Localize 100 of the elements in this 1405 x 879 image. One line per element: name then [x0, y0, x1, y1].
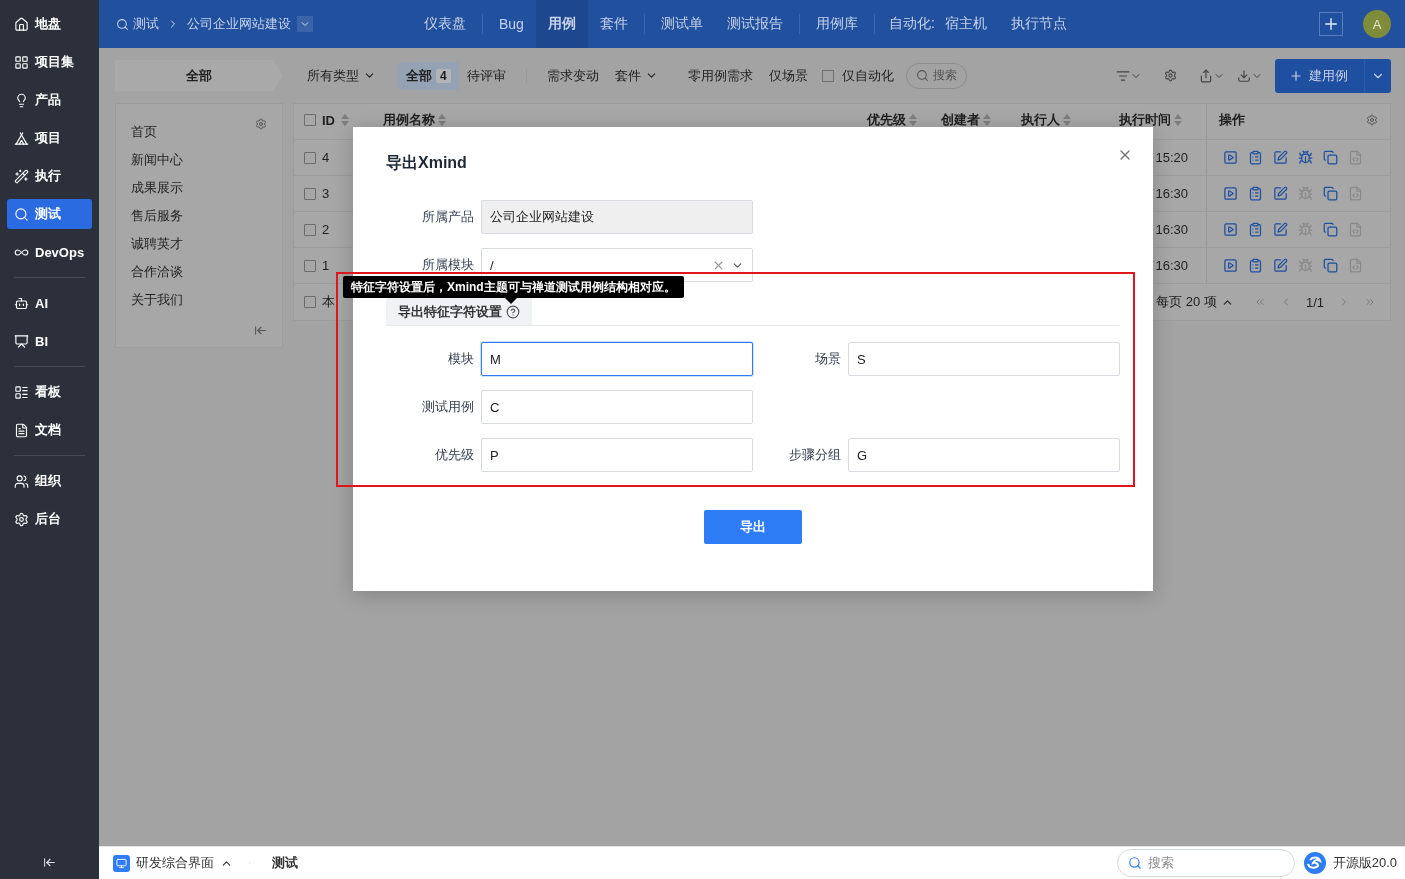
- input-field[interactable]: S: [848, 342, 1120, 376]
- input-field[interactable]: G: [848, 438, 1120, 472]
- filter-tab[interactable]: 零用例需求: [679, 61, 761, 90]
- code-file-icon[interactable]: [1348, 150, 1363, 165]
- filter-dropdown[interactable]: 所有类型: [299, 61, 384, 90]
- sort-icon[interactable]: [983, 114, 991, 126]
- bug-icon[interactable]: [1298, 186, 1313, 201]
- sidebar-item[interactable]: 后台: [7, 504, 92, 534]
- bug-icon[interactable]: [1298, 258, 1313, 273]
- nav-tab[interactable]: Bug: [487, 0, 536, 48]
- run-icon[interactable]: [1223, 258, 1238, 273]
- collapse-icon[interactable]: [254, 324, 267, 337]
- edit-icon[interactable]: [1273, 258, 1288, 273]
- sort-icon[interactable]: [1174, 114, 1182, 126]
- run-icon[interactable]: [1223, 186, 1238, 201]
- filter-tab[interactable]: 需求变动: [538, 61, 607, 90]
- select-all-checkbox[interactable]: [304, 114, 316, 126]
- edit-icon[interactable]: [1273, 222, 1288, 237]
- results-icon[interactable]: [1248, 150, 1263, 165]
- nav-tab[interactable]: 套件: [587, 0, 640, 48]
- page-size-dropdown[interactable]: 每页 20 项: [1156, 293, 1234, 311]
- sidebar-item[interactable]: 产品: [7, 85, 92, 115]
- edit-icon[interactable]: [1273, 186, 1288, 201]
- sort-icon[interactable]: [341, 114, 349, 126]
- settings-icon[interactable]: [1366, 114, 1378, 126]
- create-case-button[interactable]: 建用例: [1275, 58, 1391, 93]
- tree-item[interactable]: 售后服务: [131, 202, 267, 230]
- export-button[interactable]: [1199, 68, 1225, 83]
- app-switcher[interactable]: 研发综合界面: [113, 847, 250, 879]
- bug-icon[interactable]: [1298, 150, 1313, 165]
- sidebar-item[interactable]: 执行: [7, 161, 92, 191]
- sidebar-item[interactable]: 看板: [7, 377, 92, 407]
- edit-icon[interactable]: [1273, 150, 1288, 165]
- sidebar-item[interactable]: 项目: [7, 123, 92, 153]
- tree-item[interactable]: 首页: [131, 118, 157, 146]
- filter-tab[interactable]: 全部 4: [398, 61, 459, 90]
- sidebar-item[interactable]: DevOps: [7, 237, 92, 267]
- export-button[interactable]: 导出: [704, 510, 802, 544]
- copy-icon[interactable]: [1323, 150, 1338, 165]
- tree-item[interactable]: 诚聘英才: [131, 230, 267, 258]
- sort-icon[interactable]: [909, 114, 917, 126]
- plus-icon: [1322, 15, 1340, 33]
- help-icon[interactable]: [506, 304, 520, 319]
- tree-item[interactable]: 合作洽谈: [131, 258, 267, 286]
- column-header: 优先级: [867, 111, 906, 129]
- nav-tab[interactable]: 用例: [535, 0, 588, 48]
- import-button[interactable]: [1237, 68, 1263, 83]
- nav-tab[interactable]: 测试单: [648, 0, 715, 48]
- status-crumb: 测试: [272, 854, 298, 872]
- settings-icon[interactable]: [255, 118, 267, 130]
- code-file-icon[interactable]: [1348, 186, 1363, 201]
- nav-tab[interactable]: 仪表盘: [412, 0, 478, 48]
- copy-icon[interactable]: [1323, 222, 1338, 237]
- filter-tab[interactable]: 待评审: [458, 61, 514, 90]
- results-icon[interactable]: [1248, 258, 1263, 273]
- copy-icon[interactable]: [1323, 186, 1338, 201]
- results-icon[interactable]: [1248, 222, 1263, 237]
- sidebar-item[interactable]: 文档: [7, 415, 92, 445]
- plus-icon: [1289, 68, 1303, 83]
- row-checkbox[interactable]: [304, 259, 316, 272]
- filter-tab[interactable]: 仅场景: [760, 61, 816, 90]
- copy-icon[interactable]: [1323, 258, 1338, 273]
- input-field[interactable]: P: [481, 438, 753, 472]
- tree-item[interactable]: 新闻中心: [131, 146, 267, 174]
- sidebar-item[interactable]: AI: [7, 288, 92, 318]
- row-checkbox[interactable]: [304, 151, 316, 164]
- run-icon[interactable]: [1223, 222, 1238, 237]
- input-field[interactable]: M: [481, 342, 753, 376]
- add-button[interactable]: [1319, 12, 1343, 36]
- settings-button[interactable]: [1164, 69, 1177, 82]
- sort-icon[interactable]: [1063, 114, 1071, 126]
- bug-icon[interactable]: [1298, 222, 1313, 237]
- nav-tab[interactable]: 执行节点: [998, 0, 1079, 48]
- row-checkbox[interactable]: [304, 187, 316, 200]
- row-checkbox[interactable]: [304, 223, 316, 236]
- last-page-button[interactable]: [1364, 296, 1376, 308]
- sidebar-item[interactable]: 项目集: [7, 47, 92, 77]
- column-header: ID: [322, 112, 335, 128]
- select-page-checkbox[interactable]: [304, 296, 316, 308]
- run-icon[interactable]: [1223, 150, 1238, 165]
- results-icon[interactable]: [1248, 186, 1263, 201]
- presentation-icon: [14, 333, 29, 349]
- sidebar-item[interactable]: 组织: [7, 466, 92, 496]
- code-file-icon[interactable]: [1348, 222, 1363, 237]
- sidebar-item[interactable]: BI: [7, 326, 92, 356]
- sidebar-item[interactable]: 测试: [7, 199, 92, 229]
- module-tab[interactable]: 全部: [115, 59, 283, 92]
- filter-dropdown[interactable]: 套件: [606, 61, 666, 90]
- nav-tab[interactable]: 用例库: [803, 0, 870, 48]
- checkbox-label[interactable]: 仅自动化: [815, 66, 902, 85]
- tree-item[interactable]: 关于我们: [131, 286, 267, 314]
- filter-menu-button[interactable]: [1116, 68, 1142, 83]
- sort-icon[interactable]: [438, 114, 446, 126]
- input-field[interactable]: C: [481, 390, 753, 424]
- nav-tab[interactable]: 测试报告: [714, 0, 795, 48]
- tree-item[interactable]: 成果展示: [131, 174, 267, 202]
- dialog-title: 导出Xmind: [386, 153, 468, 173]
- code-file-icon[interactable]: [1348, 258, 1363, 273]
- sidebar-item[interactable]: 地盘: [7, 9, 92, 39]
- product-dropdown[interactable]: 公司企业网站建设: [187, 15, 313, 33]
